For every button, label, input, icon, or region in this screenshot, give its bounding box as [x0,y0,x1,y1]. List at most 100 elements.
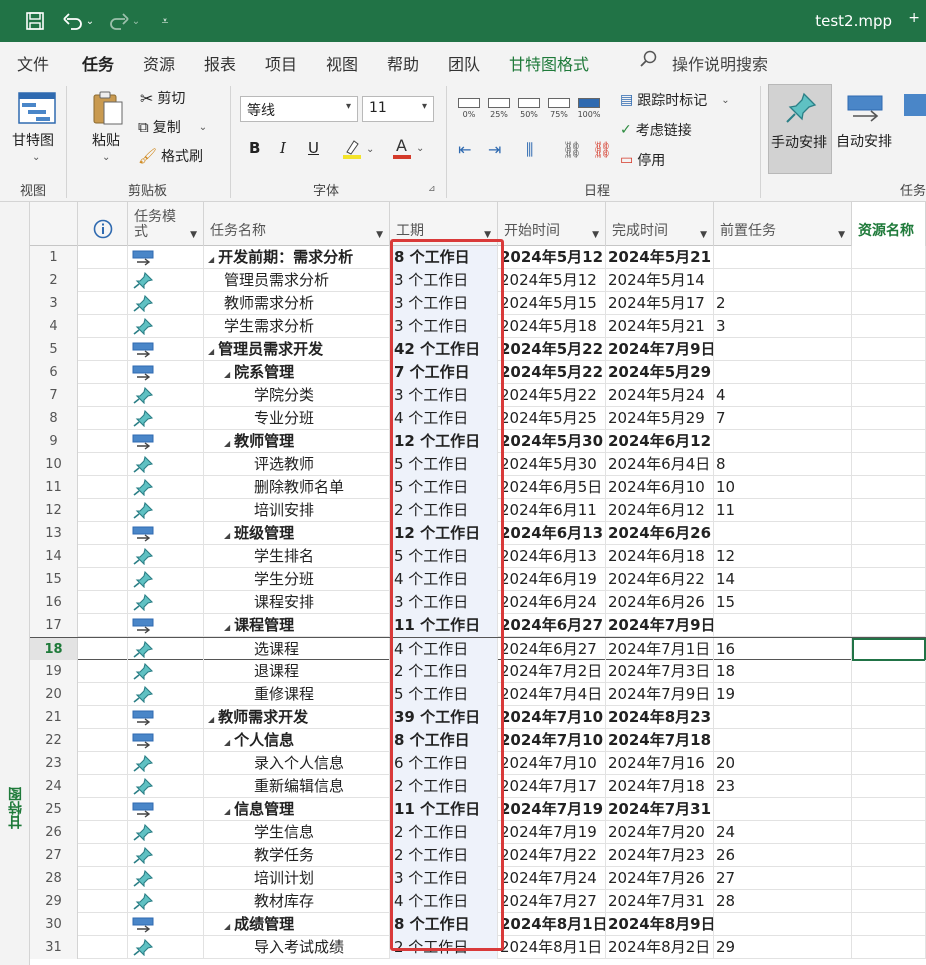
resource-names-cell[interactable] [852,338,926,361]
finish-date-cell[interactable]: 2024年7月18 [606,729,714,752]
duration-cell[interactable]: 12 个工作日 [390,430,498,453]
task-name-cell[interactable]: ◢ 信息管理 [204,798,390,821]
start-date-cell[interactable]: 2024年6月5日 [498,476,606,499]
finish-date-cell[interactable]: 2024年5月17 [606,292,714,315]
collapse-triangle-icon[interactable]: ◢ [224,363,230,384]
start-date-cell[interactable]: 2024年6月27 [498,614,606,637]
task-name-cell[interactable]: 教材库存 [204,890,390,913]
indicator-cell[interactable] [78,844,128,867]
task-mode-cell[interactable] [128,729,204,752]
start-date-cell[interactable]: 2024年7月2日 [498,660,606,683]
start-date-cell[interactable]: 2024年5月22 [498,384,606,407]
predecessors-cell[interactable]: 8 [714,453,852,476]
duration-cell[interactable]: 3 个工作日 [390,292,498,315]
row-id[interactable]: 18 [30,638,78,661]
start-date-cell[interactable]: 2024年7月24 [498,867,606,890]
task-mode-cell[interactable] [128,522,204,545]
collapse-triangle-icon[interactable]: ◢ [208,248,214,269]
duration-cell[interactable]: 2 个工作日 [390,936,498,959]
task-mode-cell[interactable] [128,246,204,269]
table-row[interactable]: 8 专业分班 4 个工作日 2024年5月25 2024年5月29 7 [30,407,926,430]
row-id[interactable]: 8 [30,407,78,430]
header-info[interactable] [78,202,128,246]
row-id[interactable]: 19 [30,660,78,683]
select-all-corner[interactable] [30,202,78,246]
undo-icon[interactable]: ⌄ [58,8,98,34]
duration-cell[interactable]: 5 个工作日 [390,545,498,568]
task-mode-cell[interactable] [128,706,204,729]
resource-names-cell[interactable] [852,913,926,936]
collapse-triangle-icon[interactable]: ◢ [224,731,230,752]
task-mode-cell[interactable] [128,844,204,867]
indicator-cell[interactable] [78,729,128,752]
indicator-cell[interactable] [78,407,128,430]
copy-button[interactable]: ⧉ 复制 ⌄ [138,117,207,137]
resource-names-cell[interactable] [852,292,926,315]
gantt-chart-button[interactable]: 甘特图 ⌄ [10,88,62,168]
resource-names-cell[interactable] [852,453,926,476]
duration-cell[interactable]: 6 个工作日 [390,752,498,775]
header-resource-names[interactable]: 资源名称 [852,202,926,246]
header-task-mode[interactable]: 任务模 式 ▼ [128,202,204,246]
dropdown-arrow-icon[interactable]: ▼ [376,230,383,240]
start-date-cell[interactable]: 2024年5月25 [498,407,606,430]
finish-date-cell[interactable]: 2024年6月26 [606,522,714,545]
resource-names-cell[interactable] [852,936,926,959]
task-name-cell[interactable]: 学生需求分析 [204,315,390,338]
table-row[interactable]: 15 学生分班 4 个工作日 2024年6月19 2024年6月22 14 [30,568,926,591]
task-mode-cell[interactable] [128,660,204,683]
indicator-cell[interactable] [78,545,128,568]
row-id[interactable]: 11 [30,476,78,499]
start-date-cell[interactable]: 2024年7月10 [498,752,606,775]
task-name-cell[interactable]: 教师需求分析 [204,292,390,315]
table-row[interactable]: 25 ◢ 信息管理 11 个工作日 2024年7月19 2024年7月31 [30,798,926,821]
header-predecessors[interactable]: 前置任务 ▼ [714,202,852,246]
task-name-cell[interactable]: ◢ 班级管理 [204,522,390,545]
task-name-cell[interactable]: 教学任务 [204,844,390,867]
track-mark-button[interactable]: ▤ 跟踪时标记 ⌄ [620,90,730,110]
indicator-cell[interactable] [78,292,128,315]
finish-date-cell[interactable]: 2024年6月10 [606,476,714,499]
row-id[interactable]: 15 [30,568,78,591]
duration-cell[interactable]: 2 个工作日 [390,775,498,798]
indicator-cell[interactable] [78,430,128,453]
duration-cell[interactable]: 3 个工作日 [390,591,498,614]
start-date-cell[interactable]: 2024年8月1日 [498,936,606,959]
indicator-cell[interactable] [78,315,128,338]
duration-cell[interactable]: 2 个工作日 [390,844,498,867]
table-row[interactable]: 24 重新编辑信息 2 个工作日 2024年7月17 2024年7月18 23 [30,775,926,798]
font-size-select[interactable]: 11 ▾ [362,96,434,122]
task-mode-cell[interactable] [128,591,204,614]
task-mode-cell[interactable] [128,867,204,890]
indicator-cell[interactable] [78,706,128,729]
table-row[interactable]: 11 删除教师名单 5 个工作日 2024年6月5日 2024年6月10 10 [30,476,926,499]
task-mode-cell[interactable] [128,775,204,798]
task-name-cell[interactable]: ◢ 开发前期：需求分析 [204,246,390,269]
inspect-icon[interactable] [904,94,926,116]
predecessors-cell[interactable] [714,913,852,936]
predecessors-cell[interactable]: 18 [714,660,852,683]
task-mode-cell[interactable] [128,499,204,522]
collapse-triangle-icon[interactable]: ◢ [224,616,230,637]
finish-date-cell[interactable]: 2024年7月9日 [606,614,714,637]
task-name-cell[interactable]: 培训安排 [204,499,390,522]
task-mode-cell[interactable] [128,913,204,936]
indicator-cell[interactable] [78,338,128,361]
indicator-cell[interactable] [78,821,128,844]
resource-names-cell[interactable] [852,384,926,407]
table-row[interactable]: 29 教材库存 4 个工作日 2024年7月27 2024年7月31 28 [30,890,926,913]
indicator-cell[interactable] [78,522,128,545]
finish-date-cell[interactable]: 2024年7月9日 [606,338,714,361]
table-row[interactable]: 10 评选教师 5 个工作日 2024年5月30 2024年6月4日 8 [30,453,926,476]
row-id[interactable]: 24 [30,775,78,798]
predecessors-cell[interactable] [714,798,852,821]
indicator-cell[interactable] [78,568,128,591]
row-id[interactable]: 9 [30,430,78,453]
row-id[interactable]: 28 [30,867,78,890]
predecessors-cell[interactable] [714,706,852,729]
indicator-cell[interactable] [78,361,128,384]
finish-date-cell[interactable]: 2024年6月22 [606,568,714,591]
indicator-cell[interactable] [78,775,128,798]
tab-team[interactable]: 团队 [448,51,480,75]
start-date-cell[interactable]: 2024年5月30 [498,430,606,453]
